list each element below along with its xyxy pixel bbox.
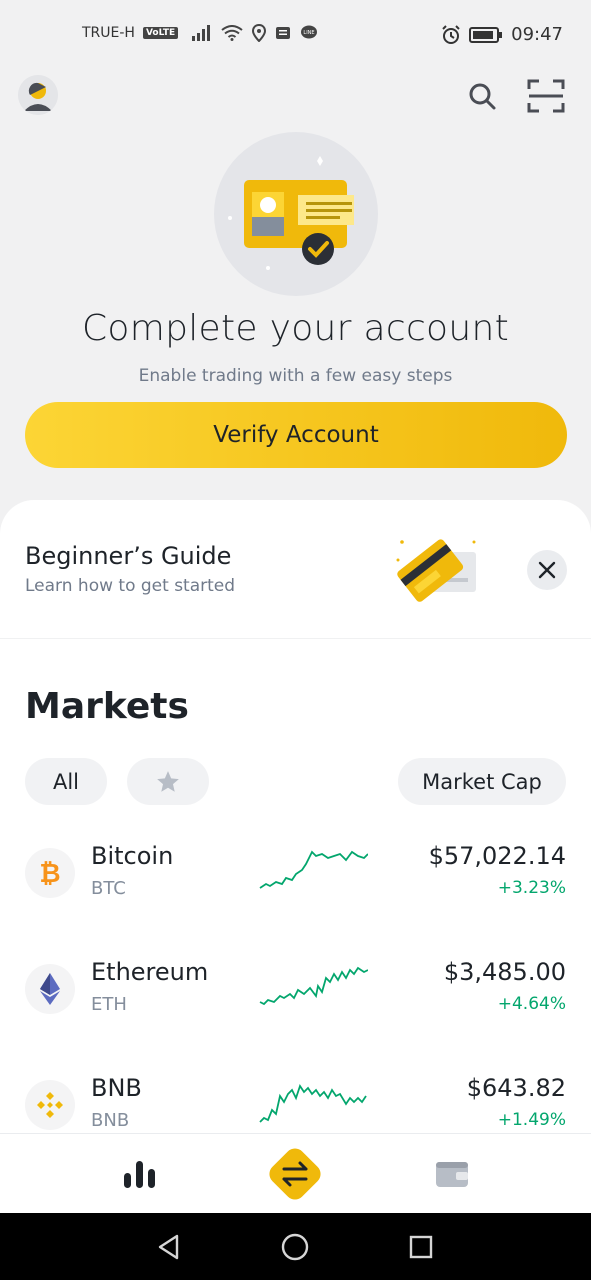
- status-left: TRUE-H VoLTE LINE: [82, 24, 318, 42]
- hero-title: Complete your account: [81, 308, 510, 349]
- svg-text:LINE: LINE: [304, 30, 315, 36]
- coin-change: +4.64%: [497, 994, 566, 1014]
- status-right: 09:47: [441, 24, 563, 45]
- system-nav-bar: [0, 1213, 591, 1280]
- markets-bar-chart-icon: [124, 1161, 155, 1188]
- status-bar: TRUE-H VoLTE LINE 09:47: [0, 0, 591, 72]
- coin-change: +3.23%: [497, 878, 566, 898]
- nav-wallet[interactable]: [422, 1134, 482, 1214]
- battery-icon: [469, 26, 503, 43]
- coin-symbol: ETH: [91, 994, 127, 1015]
- svg-text:₿: ₿: [39, 859, 60, 888]
- wifi-icon: [221, 25, 243, 41]
- market-row[interactable]: BNB BNB $643.82 +1.49%: [0, 1072, 591, 1133]
- market-cap-sort-chip[interactable]: Market Cap: [398, 758, 566, 805]
- coin-name: BNB: [91, 1074, 142, 1102]
- bottom-nav: [0, 1133, 591, 1213]
- signal-icon: [192, 25, 211, 41]
- verify-illustration: [214, 132, 378, 296]
- avatar[interactable]: [18, 75, 58, 115]
- guide-close-button[interactable]: [527, 550, 567, 590]
- scan-icon: [527, 79, 565, 113]
- volte-badge: VoLTE: [142, 27, 179, 39]
- home-sheet: Beginner’s Guide Learn how to get starte…: [0, 500, 591, 1133]
- cards-illustration-icon: [396, 539, 476, 602]
- guide-title: Beginner’s Guide: [25, 542, 232, 570]
- wallet-icon: [436, 1162, 468, 1187]
- filter-all-chip[interactable]: All: [25, 758, 107, 805]
- search-icon: [469, 83, 496, 110]
- search-button[interactable]: [462, 76, 502, 116]
- home-circle-icon: [281, 1233, 309, 1261]
- message-icon: [276, 27, 291, 39]
- coin-symbol: BNB: [91, 1110, 130, 1131]
- scan-button[interactable]: [526, 76, 566, 116]
- divider: [0, 638, 591, 639]
- sparkline-chart: [259, 850, 368, 889]
- verify-account-button[interactable]: Verify Account: [25, 402, 567, 468]
- coin-price: $643.82: [466, 1074, 566, 1102]
- location-icon: [252, 24, 267, 42]
- bnb-icon: [25, 1080, 75, 1130]
- sparkline-chart: [259, 1083, 367, 1123]
- star-icon: [157, 770, 179, 792]
- recents-square-icon: [409, 1235, 433, 1259]
- system-recents-button[interactable]: [403, 1229, 439, 1265]
- coin-change: +1.49%: [497, 1110, 566, 1130]
- coin-price: $3,485.00: [443, 958, 566, 986]
- coin-symbol: BTC: [91, 878, 126, 899]
- close-icon: [538, 561, 556, 579]
- user-avatar-icon: [18, 75, 58, 115]
- guide-subtitle: Learn how to get started: [25, 576, 236, 596]
- trade-swap-icon: [269, 1148, 321, 1200]
- system-home-button[interactable]: [277, 1229, 313, 1265]
- coin-name: Ethereum: [91, 958, 209, 986]
- alarm-icon: [442, 24, 460, 44]
- nav-trade[interactable]: [255, 1134, 335, 1214]
- coin-price: $57,022.14: [428, 842, 566, 870]
- hero-subtitle: Enable trading with a few easy steps: [138, 366, 453, 386]
- carrier-label: TRUE-H: [82, 25, 135, 41]
- line-app-icon: LINE: [301, 25, 318, 39]
- markets-title: Markets: [25, 686, 189, 727]
- back-triangle-icon: [158, 1234, 179, 1260]
- bitcoin-icon: ₿: [25, 848, 75, 898]
- coin-name: Bitcoin: [91, 842, 174, 870]
- filter-favorites-chip[interactable]: [127, 758, 209, 805]
- ethereum-icon: [25, 964, 75, 1014]
- nav-markets[interactable]: [110, 1134, 170, 1214]
- id-card-icon: [228, 156, 354, 270]
- clock-time: 09:47: [511, 24, 563, 45]
- sparkline-chart: [259, 966, 368, 1006]
- market-row[interactable]: Ethereum ETH $3,485.00 +4.64%: [0, 956, 591, 1048]
- market-row[interactable]: ₿ Bitcoin BTC $57,022.14 +3.23%: [0, 840, 591, 932]
- system-back-button[interactable]: [151, 1229, 187, 1265]
